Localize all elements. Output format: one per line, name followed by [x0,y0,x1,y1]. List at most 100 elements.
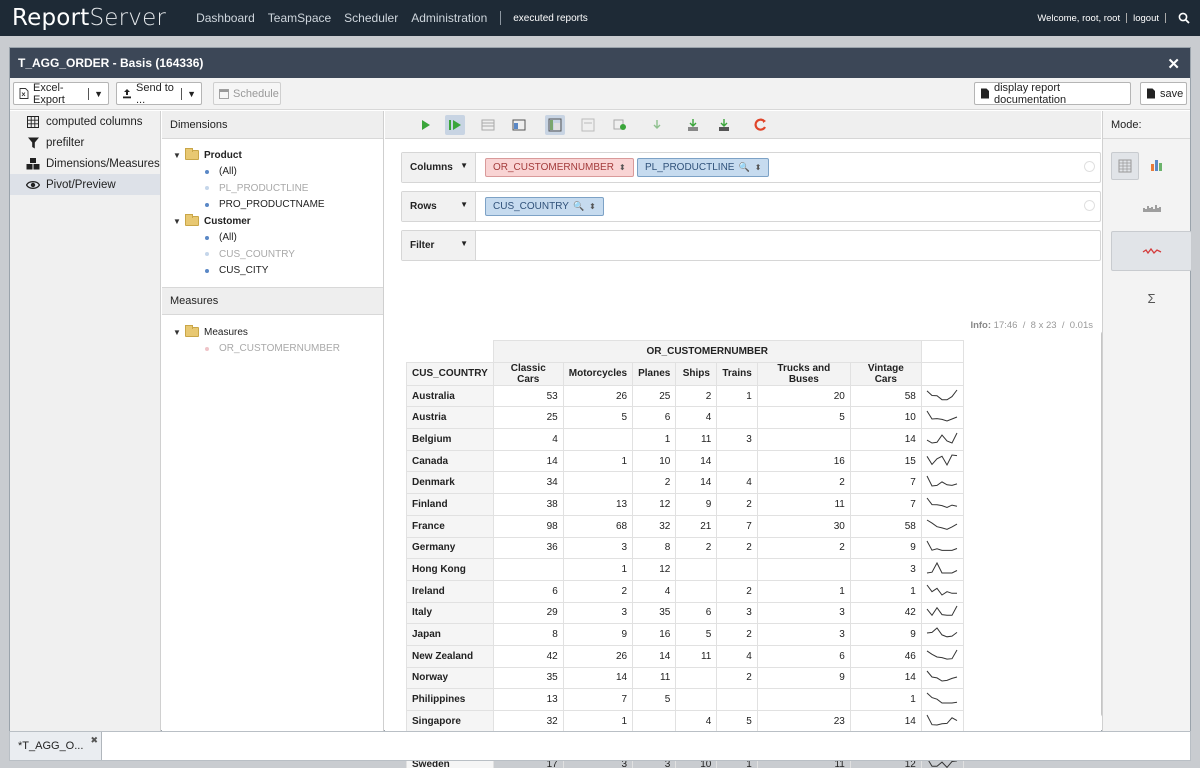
auto-execute-icon[interactable] [445,115,465,135]
table-cell[interactable]: 8 [632,536,677,560]
tab-report[interactable]: *T_AGG_O... ✖ [10,732,102,760]
table-cell[interactable]: 11 [675,644,718,668]
tree-leaf-customer-all[interactable]: (All) [173,230,383,247]
table-cell[interactable]: 9 [562,623,634,646]
table-cell[interactable]: 26 [562,384,634,408]
table-cell[interactable]: 25 [632,384,677,408]
tree-leaf-cus-country[interactable]: CUS_COUNTRY [173,246,383,263]
table-cell[interactable]: 11 [675,428,718,451]
tree-node-product[interactable]: ▼ Product [173,147,383,164]
rows-label[interactable]: Rows ▼ [402,192,476,221]
sort-icon[interactable]: ⬍ [589,202,596,211]
row-header[interactable]: New Zealand [406,644,494,668]
table-cell[interactable] [756,688,851,711]
chevron-down-icon[interactable]: ▼ [460,161,468,170]
table-cell[interactable]: 46 [849,644,922,668]
table-cell[interactable]: 4 [716,471,758,495]
swap-axes-icon[interactable] [545,115,565,135]
table-cell[interactable]: 1 [632,428,677,451]
columns-drop-zone[interactable]: Columns ▼ OR_CUSTOMERNUMBER ⬍ PL_PRODUCTLI… [401,152,1101,183]
table-cell[interactable]: 68 [562,514,634,538]
column-header[interactable]: Vintage Cars [849,361,922,386]
hide-empty-icon[interactable] [578,115,598,135]
send-to-button[interactable]: Send to ... ▼ [116,82,202,106]
row-header[interactable]: Denmark [406,471,494,495]
table-cell[interactable]: 5 [675,623,718,646]
table-cell[interactable]: 8 [492,623,564,646]
table-cell[interactable]: 1 [562,449,634,473]
row-header[interactable]: Belgium [406,428,494,451]
table-cell[interactable]: 32 [492,710,564,733]
table-cell[interactable] [675,579,718,603]
table-cell[interactable]: 1 [849,579,922,603]
table-cell[interactable]: 14 [849,666,922,690]
table-cell[interactable] [756,558,851,581]
nav-administration[interactable]: Administration [411,11,487,25]
row-header[interactable]: Finland [406,493,494,516]
table-cell[interactable]: 12 [632,558,677,581]
table-cell[interactable] [716,558,758,581]
table-cell[interactable]: 3 [849,558,922,581]
table-cell[interactable]: 6 [632,406,677,430]
reset-icon[interactable] [751,115,771,135]
row-header[interactable]: France [406,514,494,538]
table-cell[interactable]: 10 [849,406,922,430]
row-chip-cus-country[interactable]: CUS_COUNTRY 🔍 ⬍ [485,197,604,216]
drill-down-icon[interactable] [683,115,703,135]
table-cell[interactable] [716,449,758,473]
table-cell[interactable] [716,406,758,430]
column-header[interactable]: Motorcycles [562,361,634,386]
table-cell[interactable]: 4 [675,406,718,430]
table-cell[interactable]: 2 [675,384,718,408]
column-header[interactable]: Ships [675,361,718,386]
arrow-down-icon[interactable] [647,115,667,135]
nav-executed-reports[interactable]: executed reports [513,13,588,24]
column-header[interactable]: Classic Cars [492,361,564,386]
tree-node-measures[interactable]: ▼ Measures [173,324,340,341]
table-cell[interactable]: 9 [675,493,718,516]
search-icon[interactable] [1178,12,1190,24]
tree-leaf-product-all[interactable]: (All) [173,164,383,181]
row-header[interactable]: Italy [406,601,494,625]
table-cell[interactable]: 13 [562,493,634,516]
table-cell[interactable]: 11 [756,493,851,516]
tree-leaf-cus-city[interactable]: CUS_CITY [173,263,383,280]
row-header[interactable]: Ireland [406,579,494,603]
filter-label[interactable]: Filter ▼ [402,231,476,260]
row-header[interactable]: Hong Kong [406,558,494,581]
tree-leaf-pro-productname[interactable]: PRO_PRODUCTNAME [173,197,383,214]
table-layout-icon[interactable] [478,115,498,135]
table-cell[interactable]: 42 [492,644,564,668]
refresh-icon[interactable] [610,115,630,135]
row-header[interactable]: Austria [406,406,494,430]
row-header[interactable]: Singapore [406,710,494,733]
row-dimension-header[interactable]: CUS_COUNTRY [406,361,494,386]
table-cell[interactable]: 2 [716,493,758,516]
table-mode-icon[interactable] [1111,152,1139,180]
sort-icon[interactable]: ⬍ [755,163,762,172]
table-cell[interactable]: 11 [632,666,677,690]
column-header[interactable]: Planes [632,361,677,386]
clear-icon[interactable] [1084,161,1095,172]
table-cell[interactable]: 3 [756,623,851,646]
table-cell[interactable] [492,558,564,581]
sparkline-bars-mode[interactable] [1111,188,1192,228]
table-cell[interactable]: 3 [716,428,758,451]
table-cell[interactable]: 25 [492,406,564,430]
table-cell[interactable]: 58 [849,514,922,538]
tree-node-customer[interactable]: ▼ Customer [173,213,383,230]
table-cell[interactable]: 14 [492,449,564,473]
table-cell[interactable]: 14 [849,428,922,451]
table-cell[interactable]: 10 [632,449,677,473]
table-cell[interactable]: 35 [492,666,564,690]
table-cell[interactable]: 13 [492,688,564,711]
table-cell[interactable]: 9 [849,536,922,560]
table-cell[interactable]: 14 [675,471,718,495]
table-cell[interactable]: 1 [562,558,634,581]
close-icon[interactable]: ✖ [90,735,98,746]
chevron-down-icon[interactable]: ▼ [460,239,468,248]
table-cell[interactable]: 7 [716,514,758,538]
measure-header[interactable]: OR_CUSTOMERNUMBER [492,340,922,363]
table-cell[interactable]: 1 [756,579,851,603]
table-cell[interactable]: 7 [562,688,634,711]
